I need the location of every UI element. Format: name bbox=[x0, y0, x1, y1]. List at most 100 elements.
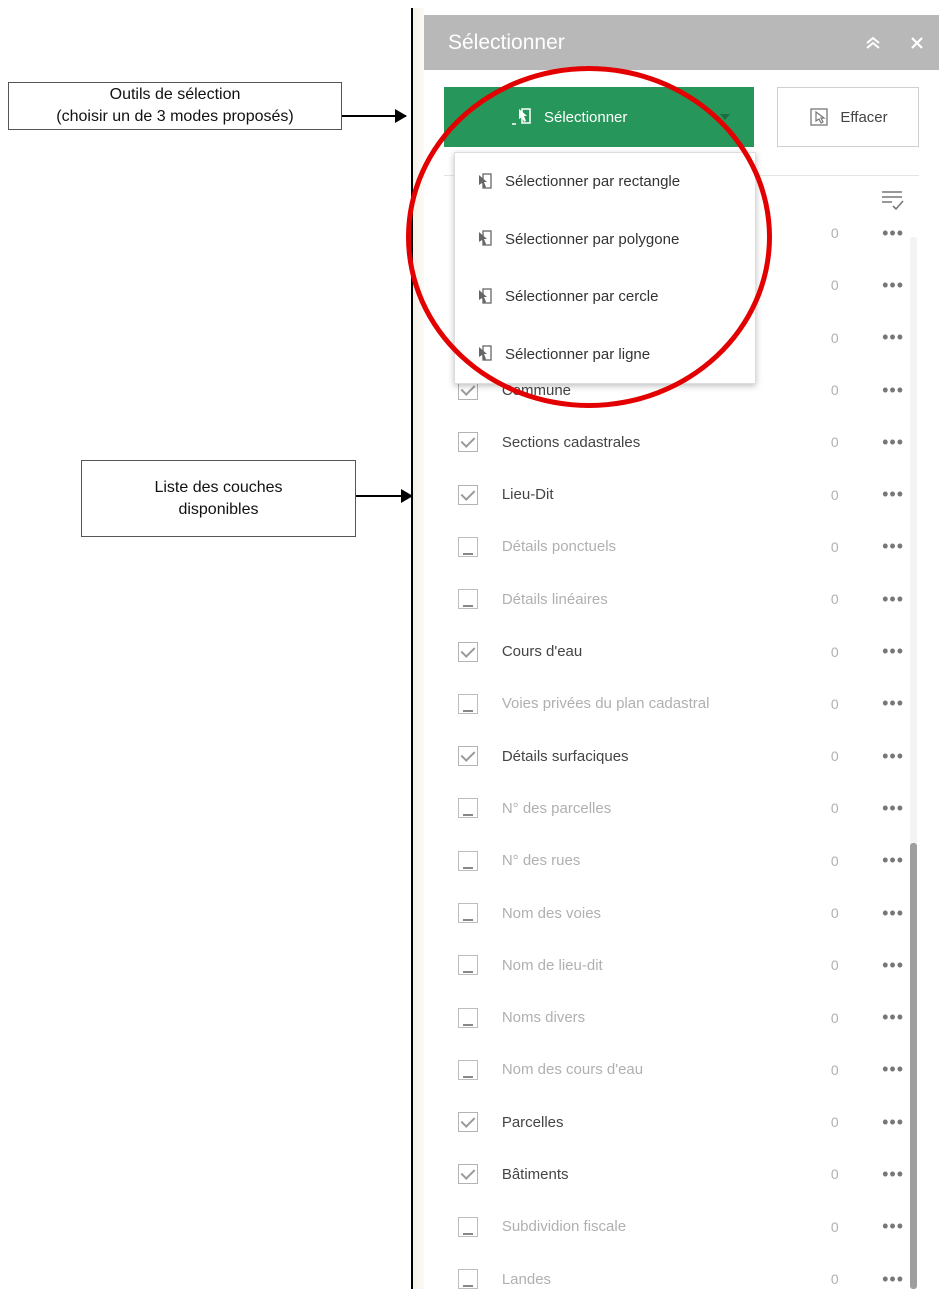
layer-count: 0 bbox=[830, 1218, 839, 1235]
layer-count: 0 bbox=[830, 225, 839, 242]
more-options-icon[interactable]: ••• bbox=[839, 1164, 904, 1185]
more-options-icon[interactable]: ••• bbox=[839, 798, 904, 819]
layer-checkbox[interactable] bbox=[458, 746, 478, 767]
layer-row[interactable]: Cours d'eau 0 ••• bbox=[444, 625, 904, 677]
layer-checkbox[interactable] bbox=[458, 1216, 478, 1237]
more-options-icon[interactable]: ••• bbox=[839, 432, 904, 453]
layer-checkbox[interactable] bbox=[458, 484, 478, 505]
layer-name: Lieu-Dit bbox=[501, 486, 554, 504]
layer-name: Sections cadastrales bbox=[501, 433, 641, 451]
layer-row[interactable]: N° des rues 0 ••• bbox=[444, 835, 904, 887]
layer-row[interactable]: Lieu-Dit 0 ••• bbox=[444, 468, 904, 520]
layer-row[interactable]: Noms divers 0 ••• bbox=[444, 991, 904, 1043]
layer-row[interactable]: Détails ponctuels 0 ••• bbox=[444, 521, 904, 573]
layer-count: 0 bbox=[830, 800, 839, 817]
layer-name: Cours d'eau bbox=[501, 643, 583, 661]
chevron-down-icon[interactable] bbox=[720, 114, 730, 120]
layer-name: Détails ponctuels bbox=[501, 538, 617, 556]
more-options-icon[interactable]: ••• bbox=[839, 903, 904, 924]
layer-row[interactable]: Landes 0 ••• bbox=[444, 1253, 904, 1305]
layer-name: N° des rues bbox=[501, 852, 581, 870]
clear-button-label: Effacer bbox=[840, 108, 888, 126]
selection-mode-menu: Sélectionner par rectangle Sélectionner p… bbox=[454, 152, 756, 384]
layer-name: Commune bbox=[501, 381, 572, 399]
layer-name: Voies privées du plan cadastral bbox=[501, 695, 710, 713]
more-options-icon[interactable]: ••• bbox=[839, 484, 904, 505]
more-options-icon[interactable]: ••• bbox=[839, 1112, 904, 1133]
layer-checkbox[interactable] bbox=[458, 536, 478, 557]
layer-row[interactable]: Nom de lieu-dit 0 ••• bbox=[444, 939, 904, 991]
layer-row[interactable]: Détails linéaires 0 ••• bbox=[444, 573, 904, 625]
layer-checkbox[interactable] bbox=[458, 1007, 478, 1028]
layer-name: Détails surfaciques bbox=[501, 747, 629, 765]
layer-checkbox[interactable] bbox=[458, 1164, 478, 1185]
close-icon[interactable] bbox=[895, 15, 939, 70]
scrollbar-thumb[interactable] bbox=[910, 843, 917, 1289]
more-options-icon[interactable]: ••• bbox=[839, 327, 904, 348]
more-options-icon[interactable]: ••• bbox=[839, 1059, 904, 1080]
layer-count: 0 bbox=[830, 1271, 839, 1288]
select-button-label: Sélectionner bbox=[544, 108, 628, 126]
annotation-layer-list: Liste des couches disponibles bbox=[81, 460, 356, 537]
layer-checkbox[interactable] bbox=[458, 850, 478, 871]
more-options-icon[interactable]: ••• bbox=[839, 589, 904, 610]
menu-item-select-circle[interactable]: Sélectionner par cercle bbox=[455, 268, 755, 326]
layer-count: 0 bbox=[830, 538, 839, 555]
more-options-icon[interactable]: ••• bbox=[839, 746, 904, 767]
more-options-icon[interactable]: ••• bbox=[839, 1269, 904, 1290]
layer-name: Noms divers bbox=[501, 1009, 586, 1027]
layer-row[interactable]: N° des parcelles 0 ••• bbox=[444, 782, 904, 834]
layer-row[interactable]: Nom des cours d'eau 0 ••• bbox=[444, 1044, 904, 1096]
clear-button[interactable]: Effacer bbox=[777, 87, 919, 147]
select-circle-icon bbox=[479, 288, 492, 304]
layer-name: Landes bbox=[501, 1270, 552, 1288]
layer-count: 0 bbox=[830, 1114, 839, 1131]
more-options-icon[interactable]: ••• bbox=[839, 1007, 904, 1028]
layer-checkbox[interactable] bbox=[458, 798, 478, 819]
layer-checkbox[interactable] bbox=[458, 641, 478, 662]
menu-item-label: Sélectionner par cercle bbox=[505, 288, 659, 306]
more-options-icon[interactable]: ••• bbox=[839, 955, 904, 976]
more-options-icon[interactable]: ••• bbox=[839, 380, 904, 401]
layer-count: 0 bbox=[830, 748, 839, 765]
layer-checkbox[interactable] bbox=[458, 1059, 478, 1080]
menu-item-select-line[interactable]: Sélectionner par ligne bbox=[455, 326, 755, 384]
more-options-icon[interactable]: ••• bbox=[839, 850, 904, 871]
layer-checkbox[interactable] bbox=[458, 903, 478, 923]
more-options-icon[interactable]: ••• bbox=[839, 693, 904, 714]
layer-name: Nom de lieu-dit bbox=[501, 956, 603, 974]
layer-count: 0 bbox=[830, 591, 839, 608]
menu-item-label: Sélectionner par ligne bbox=[505, 345, 651, 363]
more-options-icon[interactable]: ••• bbox=[839, 641, 904, 662]
layer-row[interactable]: Parcelles 0 ••• bbox=[444, 1096, 904, 1148]
select-button[interactable]: Sélectionner bbox=[444, 87, 754, 147]
layer-name: Détails linéaires bbox=[501, 590, 608, 608]
more-options-icon[interactable]: ••• bbox=[839, 1216, 904, 1237]
panel-header: Sélectionner bbox=[424, 15, 939, 70]
layer-checkbox[interactable] bbox=[458, 1112, 478, 1133]
layer-name: Bâtiments bbox=[501, 1165, 569, 1183]
more-options-icon[interactable]: ••• bbox=[839, 536, 904, 557]
layer-name: Nom des voies bbox=[501, 904, 602, 922]
more-options-icon[interactable]: ••• bbox=[839, 275, 904, 296]
menu-item-select-polygon[interactable]: Sélectionner par polygone bbox=[455, 211, 755, 269]
layer-row[interactable]: Détails surfaciques 0 ••• bbox=[444, 730, 904, 782]
more-options-icon[interactable]: ••• bbox=[839, 223, 904, 244]
layer-row[interactable]: Sections cadastrales 0 ••• bbox=[444, 416, 904, 468]
menu-item-select-rectangle[interactable]: Sélectionner par rectangle bbox=[455, 153, 755, 211]
layer-count: 0 bbox=[830, 277, 839, 294]
layer-row[interactable]: Bâtiments 0 ••• bbox=[444, 1148, 904, 1200]
layer-checkbox[interactable] bbox=[458, 432, 478, 453]
layer-row[interactable]: Voies privées du plan cadastral 0 ••• bbox=[444, 678, 904, 730]
layer-count: 0 bbox=[830, 486, 839, 503]
layer-row[interactable]: Nom des voies 0 ••• bbox=[444, 887, 904, 939]
layer-checkbox[interactable] bbox=[458, 1269, 478, 1290]
layer-checkbox[interactable] bbox=[458, 589, 478, 610]
layer-row[interactable]: Subdividion fiscale 0 ••• bbox=[444, 1201, 904, 1253]
collapse-icon[interactable] bbox=[851, 15, 895, 70]
annotation-selection-tools: Outils de sélection (choisir un de 3 mod… bbox=[8, 82, 342, 130]
layer-checkbox[interactable] bbox=[458, 693, 478, 714]
select-rectangle-icon bbox=[479, 173, 492, 189]
layer-checkbox[interactable] bbox=[458, 955, 478, 976]
layer-count: 0 bbox=[830, 329, 839, 346]
